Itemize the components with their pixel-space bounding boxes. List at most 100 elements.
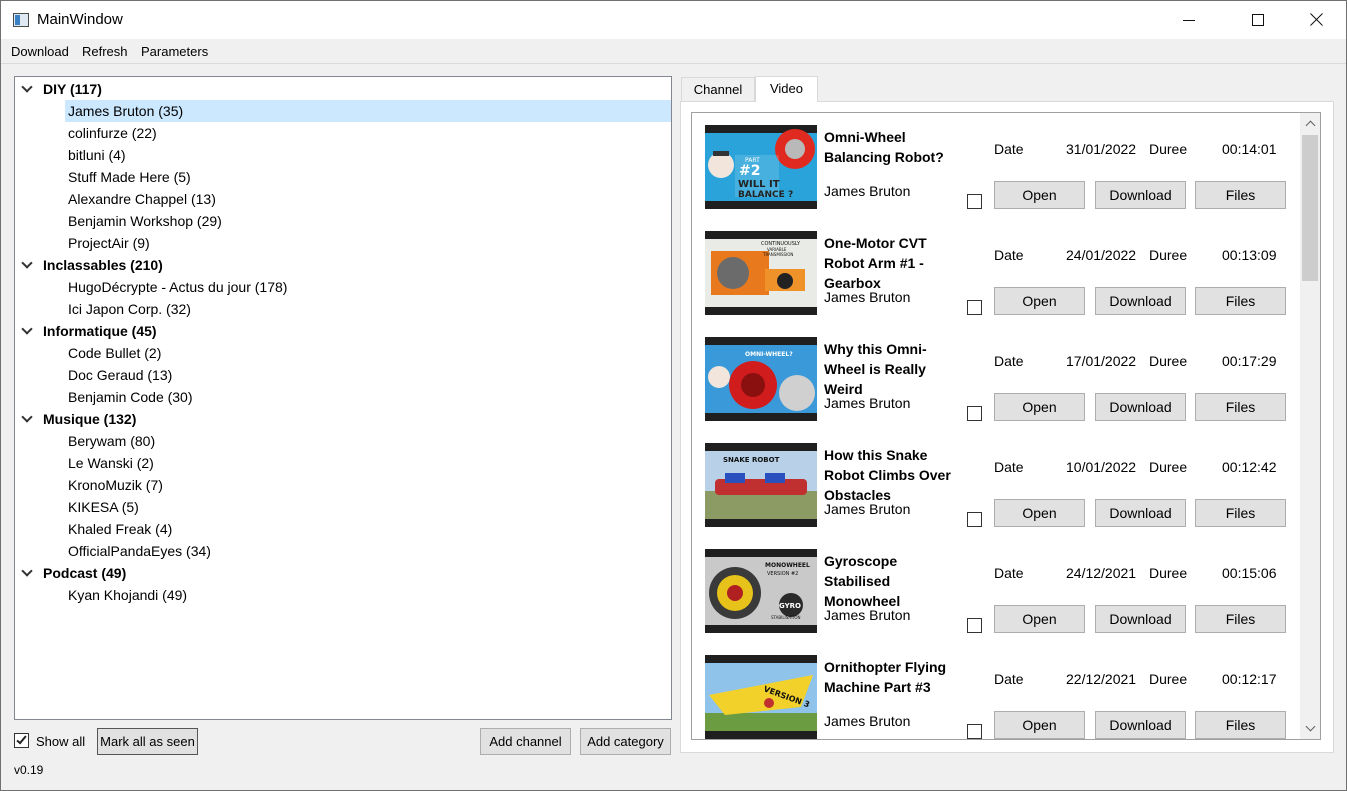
download-button[interactable]: Download [1095, 605, 1186, 633]
add-category-button[interactable]: Add category [580, 728, 671, 755]
tree-channel-item[interactable]: OfficialPandaEyes (34) [65, 540, 671, 562]
files-button[interactable]: Files [1195, 499, 1286, 527]
download-button[interactable]: Download [1095, 181, 1186, 209]
show-all-label[interactable]: Show all [36, 734, 85, 749]
scroll-up-arrow-icon[interactable] [1300, 113, 1320, 133]
video-thumbnail[interactable]: VERSION 3 [705, 655, 817, 739]
tree-channel-item[interactable]: Kyan Khojandi (49) [65, 584, 671, 606]
thumb-text: VERSION #2 [767, 571, 798, 577]
download-button[interactable]: Download [1095, 711, 1186, 739]
tab-video[interactable]: Video [755, 76, 818, 102]
tree-channel-item[interactable]: KronoMuzik (7) [65, 474, 671, 496]
tree-channel-item[interactable]: Alexandre Chappel (13) [65, 188, 671, 210]
channel-tree[interactable]: DIY (117) James Bruton (35) colinfurze (… [14, 76, 672, 720]
open-button[interactable]: Open [994, 287, 1085, 315]
video-title: Ornithopter Flying Machine Part #3 [824, 659, 947, 695]
video-date: 31/01/2022 [1066, 141, 1137, 157]
expand-arrow-icon[interactable] [21, 411, 33, 423]
files-button[interactable]: Files [1195, 605, 1286, 633]
expand-arrow-icon[interactable] [21, 323, 33, 335]
seen-checkbox[interactable] [967, 618, 982, 633]
video-channel: James Bruton [824, 713, 911, 729]
tree-channel-item[interactable]: ProjectAir (9) [65, 232, 671, 254]
video-title: Gyroscope Stabilised Monowheel [824, 553, 901, 609]
tree-channel-item[interactable]: Stuff Made Here (5) [65, 166, 671, 188]
open-button[interactable]: Open [994, 605, 1085, 633]
show-all-checkbox[interactable] [14, 733, 29, 748]
open-button[interactable]: Open [994, 711, 1085, 739]
video-date: 22/12/2021 [1066, 671, 1137, 687]
video-thumbnail[interactable]: CONTINUOUSLY VARIABLE TRANSMISSION [705, 231, 817, 315]
tree-channel-item[interactable]: colinfurze (22) [65, 122, 671, 144]
scroll-down-arrow-icon[interactable] [1300, 719, 1320, 739]
expand-arrow-icon[interactable] [21, 81, 33, 93]
duration-label: Duree [1149, 353, 1188, 369]
close-button[interactable] [1293, 1, 1339, 39]
tree-channel-item[interactable]: HugoDécrypte - Actus du jour (178) [65, 276, 671, 298]
channel-label: HugoDécrypte - Actus du jour (178) [68, 279, 288, 295]
video-thumbnail[interactable]: MONOWHEEL VERSION #2 GYRO STABILISATION [705, 549, 817, 633]
tree-channel-item[interactable]: Berywam (80) [65, 430, 671, 452]
mark-all-seen-button[interactable]: Mark all as seen [97, 728, 198, 755]
tree-channel-item[interactable]: Le Wanski (2) [65, 452, 671, 474]
vertical-scrollbar[interactable] [1300, 113, 1320, 739]
date-label: Date [994, 459, 1024, 475]
download-button[interactable]: Download [1095, 499, 1186, 527]
open-button[interactable]: Open [994, 181, 1085, 209]
tree-category-diy[interactable]: DIY (117) [15, 78, 671, 100]
seen-checkbox[interactable] [967, 300, 982, 315]
tree-category-musique[interactable]: Musique (132) [15, 408, 671, 430]
tree-channel-item[interactable]: Ici Japon Corp. (32) [65, 298, 671, 320]
files-button[interactable]: Files [1195, 711, 1286, 739]
seen-checkbox[interactable] [967, 724, 982, 739]
thumb-text: OMNI-WHEEL? [745, 351, 793, 358]
open-button[interactable]: Open [994, 499, 1085, 527]
tree-channel-item[interactable]: bitluni (4) [65, 144, 671, 166]
tree-category-podcast[interactable]: Podcast (49) [15, 562, 671, 584]
video-list[interactable]: PART #2 WILL IT BALANCE ? Omni-Wheel Bal… [691, 112, 1321, 740]
tree-channel-item[interactable]: Benjamin Code (30) [65, 386, 671, 408]
files-button[interactable]: Files [1195, 181, 1286, 209]
tree-channel-item[interactable]: Khaled Freak (4) [65, 518, 671, 540]
download-button[interactable]: Download [1095, 287, 1186, 315]
tree-channel-item[interactable]: Doc Geraud (13) [65, 364, 671, 386]
menu-parameters[interactable]: Parameters [141, 44, 208, 59]
expand-arrow-icon[interactable] [21, 565, 33, 577]
add-channel-button[interactable]: Add channel [480, 728, 571, 755]
download-button[interactable]: Download [1095, 393, 1186, 421]
tree-channel-item[interactable]: Code Bullet (2) [65, 342, 671, 364]
expand-arrow-icon[interactable] [21, 257, 33, 269]
open-button[interactable]: Open [994, 393, 1085, 421]
menu-refresh[interactable]: Refresh [82, 44, 128, 59]
scrollbar-thumb[interactable] [1302, 135, 1318, 281]
video-thumbnail[interactable]: SNAKE ROBOT [705, 443, 817, 527]
seen-checkbox[interactable] [967, 406, 982, 421]
tree-channel-item[interactable]: Benjamin Workshop (29) [65, 210, 671, 232]
tab-channel[interactable]: Channel [681, 77, 755, 101]
maximize-button[interactable] [1235, 1, 1281, 39]
video-thumbnail[interactable]: OMNI-WHEEL? [705, 337, 817, 421]
video-title: How this Snake Robot Climbs Over Obstacl… [824, 447, 951, 503]
menu-download[interactable]: Download [11, 44, 69, 59]
thumb-text: MONOWHEEL [765, 562, 810, 569]
tree-category-informatique[interactable]: Informatique (45) [15, 320, 671, 342]
date-label: Date [994, 353, 1024, 369]
minimize-button[interactable] [1165, 1, 1211, 39]
seen-checkbox[interactable] [967, 512, 982, 527]
seen-checkbox[interactable] [967, 194, 982, 209]
channel-label: Ici Japon Corp. (32) [68, 301, 191, 317]
files-button[interactable]: Files [1195, 287, 1286, 315]
channel-label: bitluni (4) [68, 147, 126, 163]
date-label: Date [994, 141, 1024, 157]
tree-category-inclassables[interactable]: Inclassables (210) [15, 254, 671, 276]
channel-label: KronoMuzik (7) [68, 477, 163, 493]
tree-channel-item[interactable]: James Bruton (35) [65, 100, 671, 122]
tree-channel-item[interactable]: KIKESA (5) [65, 496, 671, 518]
video-title: Why this Omni-Wheel is Really Weird [824, 341, 927, 397]
video-channel: James Bruton [824, 183, 911, 199]
files-button[interactable]: Files [1195, 393, 1286, 421]
version-label: v0.19 [14, 763, 44, 777]
date-label: Date [994, 671, 1024, 687]
video-thumbnail[interactable]: PART #2 WILL IT BALANCE ? [705, 125, 817, 209]
category-label: Musique (132) [43, 411, 137, 427]
